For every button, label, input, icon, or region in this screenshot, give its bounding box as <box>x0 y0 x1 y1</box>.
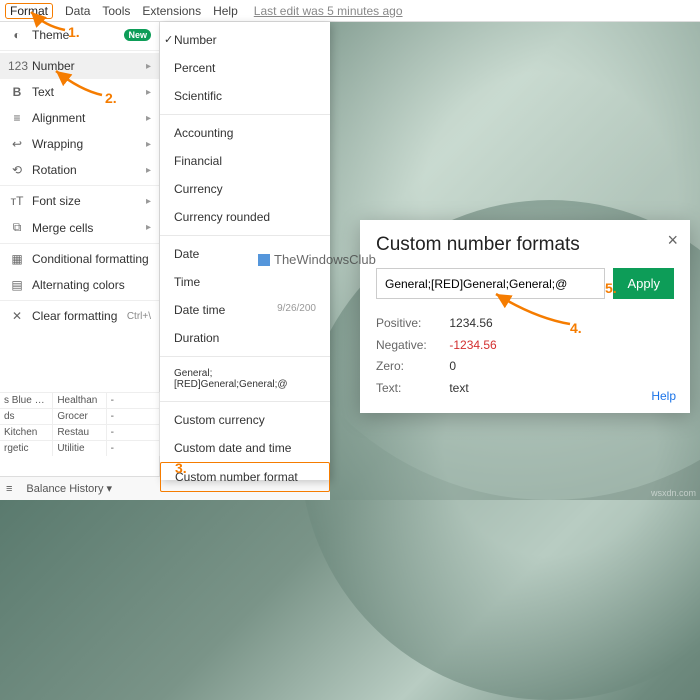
fontsize-icon: тT <box>8 194 26 208</box>
chevron-right-icon: ▸ <box>146 87 151 98</box>
submenu-duration[interactable]: Duration <box>160 324 330 352</box>
theme-label: Theme <box>32 28 124 42</box>
custom-number-formats-dialog: × Custom number formats Apply Positive: … <box>360 220 690 413</box>
submenu-accounting[interactable]: Accounting <box>160 119 330 147</box>
number-submenu: Number Percent Scientific Accounting Fin… <box>160 22 330 480</box>
format-sidebar: ◐ Theme New 123 Number ▸ B Text ▸ ≡ Alig… <box>0 22 160 480</box>
sidebar-item-text[interactable]: B Text ▸ <box>0 79 159 105</box>
sidebar-item-alternating[interactable]: ▤ Alternating colors <box>0 272 159 298</box>
chevron-right-icon: ▸ <box>146 165 151 176</box>
sidebar-item-merge[interactable]: ⧉ Merge cells ▸ <box>0 214 159 241</box>
alignment-label: Alignment <box>32 111 146 125</box>
menu-data[interactable]: Data <box>65 4 90 18</box>
cell[interactable]: Restau <box>53 425 106 440</box>
format-input[interactable] <box>376 268 605 299</box>
hamburger-icon[interactable]: ≡ <box>6 483 12 495</box>
conditional-label: Conditional formatting <box>32 252 151 266</box>
rotation-icon: ⟲ <box>8 163 26 177</box>
submenu-scientific[interactable]: Scientific <box>160 82 330 110</box>
menu-tools[interactable]: Tools <box>102 4 130 18</box>
number-label: Number <box>32 59 146 73</box>
alignment-icon: ≡ <box>8 111 26 125</box>
submenu-percent[interactable]: Percent <box>160 54 330 82</box>
cell[interactable]: Utilitie <box>53 441 106 456</box>
cell[interactable]: - <box>107 441 160 456</box>
cell[interactable]: - <box>107 409 160 424</box>
close-icon[interactable]: × <box>667 230 678 251</box>
menu-help[interactable]: Help <box>213 4 238 18</box>
cell[interactable]: - <box>107 393 160 408</box>
cell[interactable]: ds <box>0 409 53 424</box>
domain-watermark: wsxdn.com <box>651 488 696 498</box>
chevron-right-icon: ▸ <box>146 222 151 233</box>
submenu-time[interactable]: Time <box>160 268 330 296</box>
submenu-date[interactable]: Date <box>160 240 330 268</box>
submenu-financial[interactable]: Financial <box>160 147 330 175</box>
wrapping-label: Wrapping <box>32 137 146 151</box>
dialog-title: Custom number formats <box>376 234 674 256</box>
sidebar-item-wrapping[interactable]: ↩ Wrapping ▸ <box>0 131 159 157</box>
menu-extensions[interactable]: Extensions <box>142 4 201 18</box>
number-icon: 123 <box>8 59 26 73</box>
sidebar-item-theme[interactable]: ◐ Theme New <box>0 22 159 48</box>
chevron-right-icon: ▸ <box>146 196 151 207</box>
menu-format[interactable]: Format <box>5 3 53 19</box>
apply-button[interactable]: Apply <box>613 268 674 299</box>
submenu-number[interactable]: Number <box>160 26 330 54</box>
chevron-right-icon: ▸ <box>146 61 151 72</box>
clear-shortcut: Ctrl+\ <box>127 311 151 322</box>
sheet-tab[interactable]: Balance History ▾ <box>20 480 118 497</box>
sidebar-item-clear[interactable]: ✕ Clear formatting Ctrl+\ <box>0 303 159 329</box>
last-edit-info[interactable]: Last edit was 5 minutes ago <box>254 4 403 18</box>
clear-label: Clear formatting <box>32 309 127 323</box>
merge-icon: ⧉ <box>8 220 26 235</box>
text-icon: B <box>8 85 26 99</box>
new-badge: New <box>124 29 151 41</box>
sidebar-item-rotation[interactable]: ⟲ Rotation ▸ <box>0 157 159 183</box>
wrapping-icon: ↩ <box>8 137 26 151</box>
submenu-currency-rounded[interactable]: Currency rounded <box>160 203 330 231</box>
fontsize-label: Font size <box>32 194 146 208</box>
text-label: Text <box>32 85 146 99</box>
format-preview: Positive: 1234.56 Negative: -1234.56 Zer… <box>376 313 674 399</box>
conditional-icon: ▦ <box>8 252 26 266</box>
alternating-icon: ▤ <box>8 278 26 292</box>
data-grid: s Blue ShieldHealthan- dsGrocer- Kitchen… <box>0 392 160 456</box>
merge-label: Merge cells <box>32 221 146 235</box>
submenu-generalred[interactable]: General;[RED]General;General;@ <box>160 361 330 397</box>
submenu-datetime[interactable]: Date time9/26/200 <box>160 296 330 324</box>
cell[interactable]: Kitchen <box>0 425 53 440</box>
cell[interactable]: Grocer <box>53 409 106 424</box>
clear-icon: ✕ <box>8 309 26 323</box>
chevron-right-icon: ▸ <box>146 113 151 124</box>
alternating-label: Alternating colors <box>32 278 151 292</box>
cell[interactable]: s Blue Shield <box>0 393 53 408</box>
rotation-label: Rotation <box>32 163 146 177</box>
chevron-right-icon: ▸ <box>146 139 151 150</box>
help-link[interactable]: Help <box>651 389 676 403</box>
sidebar-item-number[interactable]: 123 Number ▸ <box>0 53 159 79</box>
theme-icon: ◐ <box>8 28 26 42</box>
menubar: Format Data Tools Extensions Help Last e… <box>0 0 700 22</box>
cell[interactable]: Healthan <box>53 393 106 408</box>
submenu-currency[interactable]: Currency <box>160 175 330 203</box>
cell[interactable]: rgetic <box>0 441 53 456</box>
submenu-custom-number-format[interactable]: Custom number format <box>160 462 330 492</box>
sidebar-item-alignment[interactable]: ≡ Alignment ▸ <box>0 105 159 131</box>
submenu-custom-currency[interactable]: Custom currency <box>160 406 330 434</box>
sidebar-item-conditional[interactable]: ▦ Conditional formatting <box>0 246 159 272</box>
sidebar-item-fontsize[interactable]: тT Font size ▸ <box>0 188 159 214</box>
cell[interactable]: - <box>107 425 160 440</box>
submenu-custom-datetime[interactable]: Custom date and time <box>160 434 330 462</box>
